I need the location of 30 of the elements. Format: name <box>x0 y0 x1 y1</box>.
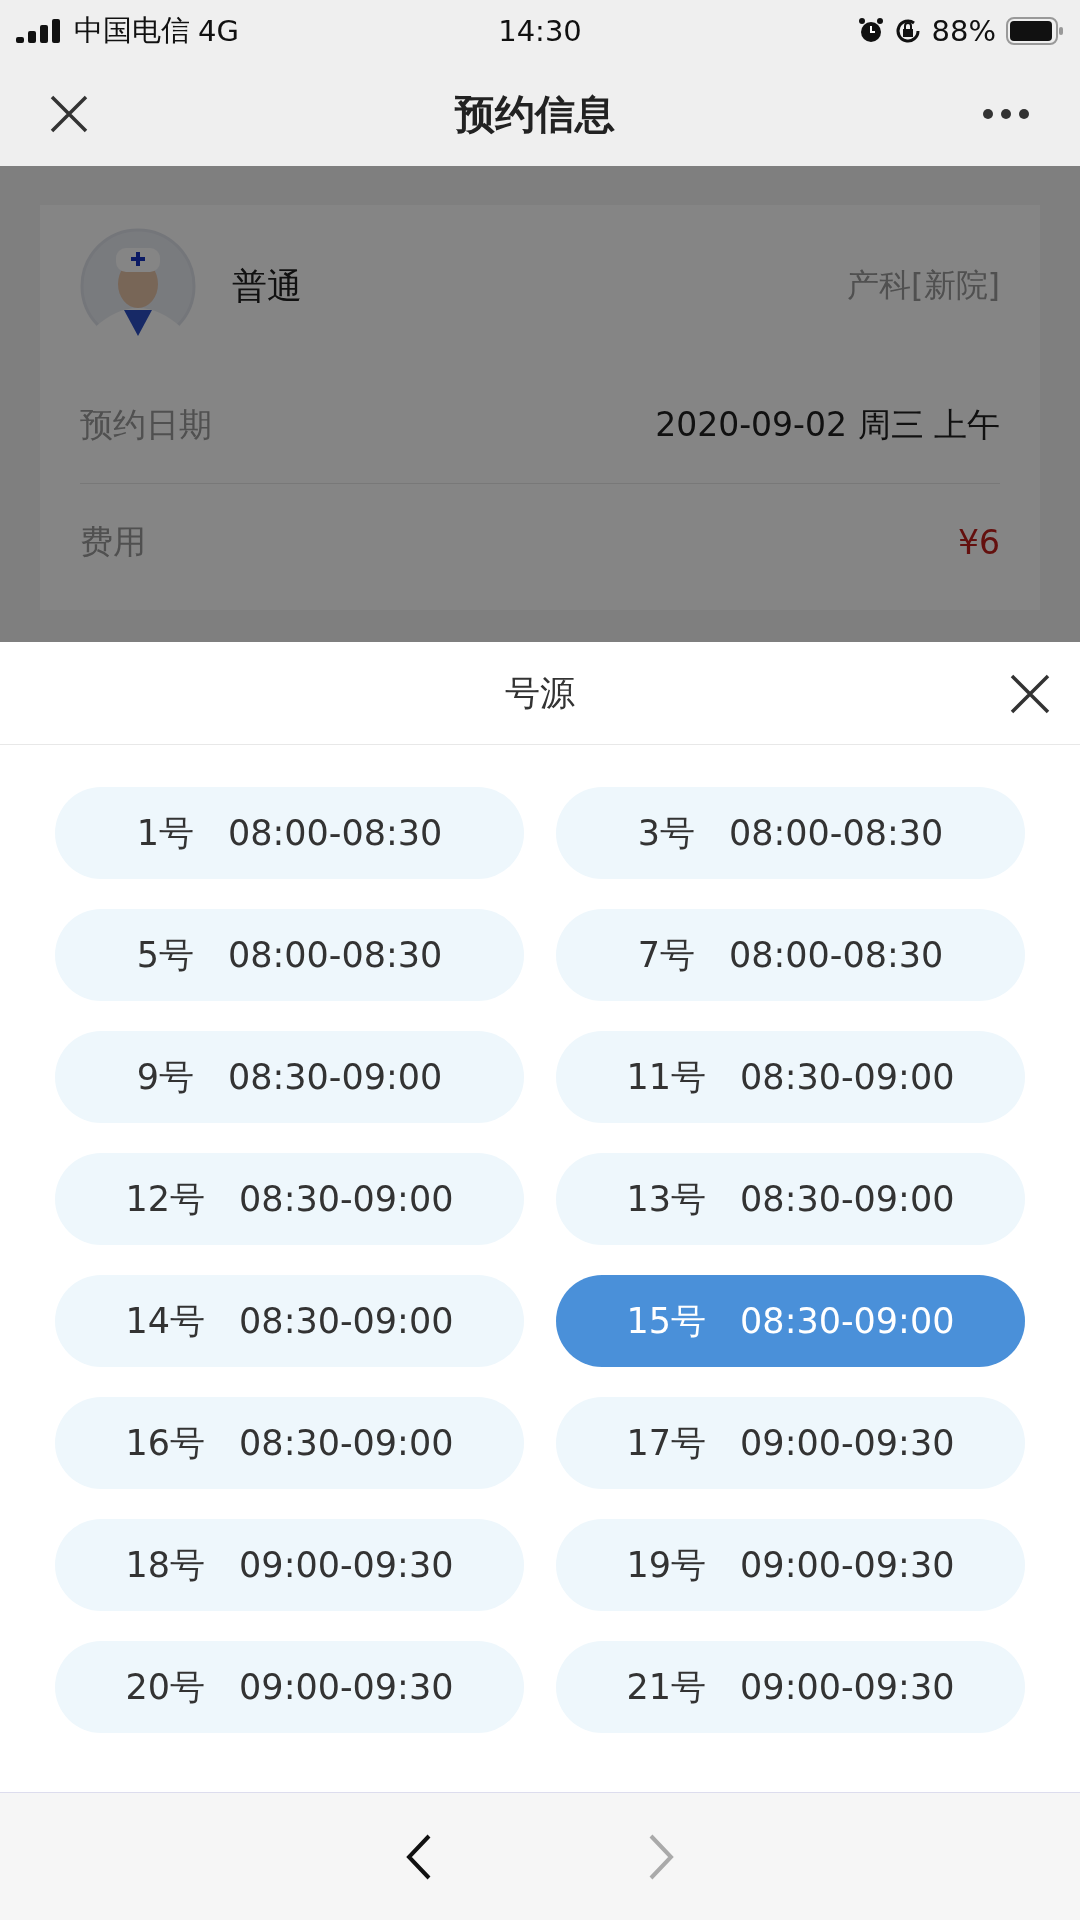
time-slot-button[interactable]: 14号 08:30-09:00 <box>55 1275 524 1367</box>
clock-text: 14:30 <box>498 14 582 48</box>
carrier-text: 中国电信 <box>74 12 190 49</box>
time-slot-button[interactable]: 17号 09:00-09:30 <box>556 1397 1025 1489</box>
time-slot-button[interactable]: 20号 09:00-09:30 <box>55 1641 524 1733</box>
info-value: 2020-09-02 周三 上午 <box>655 403 1000 446</box>
page-title: 预约信息 <box>455 89 615 139</box>
time-slot-button[interactable]: 1号 08:00-08:30 <box>55 787 524 879</box>
alarm-icon <box>857 17 884 45</box>
time-slot-button[interactable]: 13号 08:30-09:00 <box>556 1153 1025 1245</box>
battery-icon <box>1006 17 1064 45</box>
time-slot-button[interactable]: 18号 09:00-09:30 <box>55 1519 524 1611</box>
close-button[interactable] <box>1008 672 1052 716</box>
price-value: ¥6 <box>958 523 1000 562</box>
close-icon[interactable] <box>50 95 88 133</box>
sheet-title: 号源 <box>505 671 575 715</box>
rotation-lock-icon <box>893 17 922 45</box>
time-slot-button[interactable]: 12号 08:30-09:00 <box>55 1153 524 1245</box>
time-slot-button[interactable]: 21号 09:00-09:30 <box>556 1641 1025 1733</box>
time-slot-button[interactable]: 11号 08:30-09:00 <box>556 1031 1025 1123</box>
doctor-type: 普通 <box>232 264 303 308</box>
time-slot-button[interactable]: 19号 09:00-09:30 <box>556 1519 1025 1611</box>
time-slot-button[interactable]: 5号 08:00-08:30 <box>55 909 524 1001</box>
time-slot-button[interactable]: 3号 08:00-08:30 <box>556 787 1025 879</box>
time-slot-button[interactable]: 16号 08:30-09:00 <box>55 1397 524 1489</box>
battery-text: 88% <box>931 14 996 48</box>
network-text: 4G <box>198 14 239 48</box>
time-slot-button[interactable]: 7号 08:00-08:30 <box>556 909 1025 1001</box>
time-slot-button[interactable]: 9号 08:30-09:00 <box>55 1031 524 1123</box>
more-icon[interactable] <box>982 108 1030 120</box>
